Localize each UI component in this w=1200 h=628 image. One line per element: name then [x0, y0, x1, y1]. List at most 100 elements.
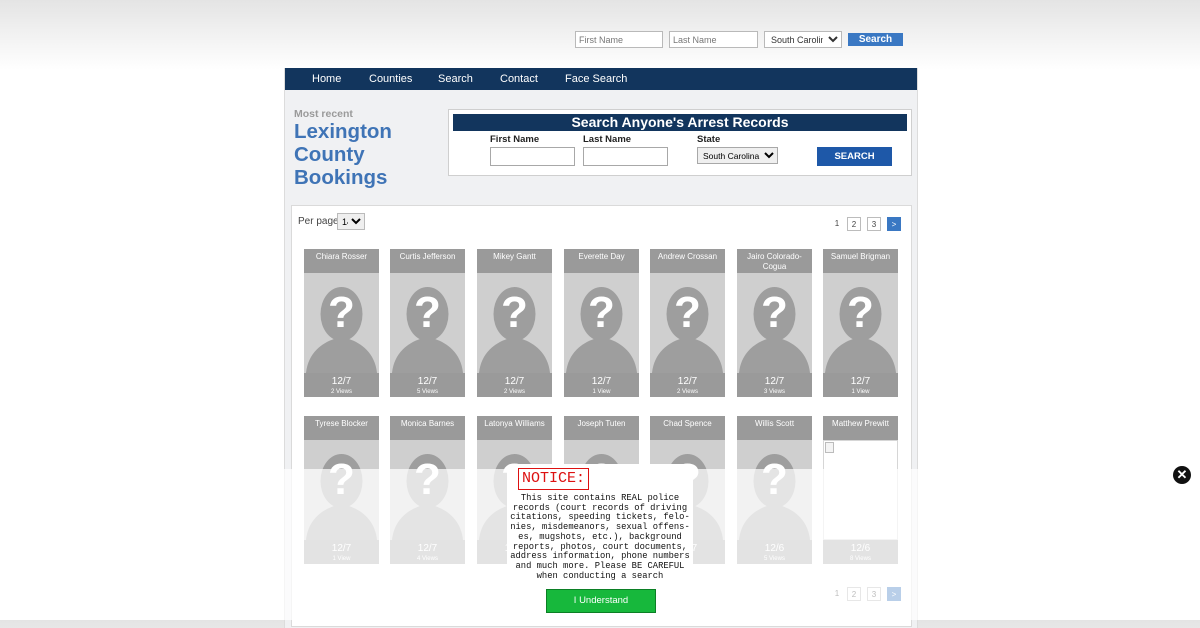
svg-text:?: ? [761, 288, 788, 337]
nav-home[interactable]: Home [312, 68, 341, 90]
top-state-select[interactable]: South Carolina [764, 31, 842, 48]
page-2[interactable]: 2 [847, 217, 861, 231]
booking-date: 12/7 [850, 376, 871, 387]
placeholder-silhouette-icon: ? [823, 273, 898, 373]
booking-views: 2 Views [677, 389, 698, 395]
booking-card[interactable]: Andrew Crossan? 12/7 2 Views [650, 249, 725, 397]
nav-counties[interactable]: Counties [369, 68, 412, 90]
booking-views: 5 Views [417, 389, 438, 395]
notice-title: NOTICE: [518, 468, 590, 490]
booking-views: 1 View [592, 389, 611, 395]
mugshot-photo[interactable]: ? [650, 273, 725, 373]
placeholder-silhouette-icon: ? [477, 273, 552, 373]
notice-dialog: NOTICE: This site contains REAL police r… [507, 464, 693, 624]
booking-name[interactable]: Jairo Colorado-Cogua [737, 249, 812, 273]
booking-footer: 12/7 2 Views [650, 373, 725, 397]
placeholder-silhouette-icon: ? [650, 273, 725, 373]
booking-footer: 12/7 1 View [564, 373, 639, 397]
booking-name[interactable]: Matthew Prewitt [823, 416, 898, 440]
svg-text:?: ? [414, 288, 441, 337]
booking-name[interactable]: Monica Barnes [390, 416, 465, 440]
booking-name[interactable]: Andrew Crossan [650, 249, 725, 273]
mugshot-photo[interactable]: ? [564, 273, 639, 373]
booking-name[interactable]: Chiara Rosser [304, 249, 379, 273]
nav-face-search[interactable]: Face Search [565, 68, 627, 90]
state-label: State [697, 134, 721, 145]
booking-date: 12/7 [764, 376, 785, 387]
arrest-search-box: Search Anyone's Arrest Records First Nam… [448, 109, 912, 176]
svg-text:?: ? [847, 288, 874, 337]
page-next[interactable]: > [887, 217, 901, 231]
first-name-label: First Name [490, 134, 540, 145]
booking-name[interactable]: Samuel Brigman [823, 249, 898, 273]
close-icon[interactable]: ✕ [1173, 466, 1191, 484]
booking-views: 3 Views [764, 389, 785, 395]
main-nav: Home Counties Search Contact Face Search [285, 68, 917, 90]
i-understand-button[interactable]: I Understand [546, 589, 656, 613]
booking-name[interactable]: Latonya Williams [477, 416, 552, 440]
booking-name[interactable]: Mikey Gantt [477, 249, 552, 273]
per-page-select[interactable]: 14 [337, 213, 365, 230]
first-name-input[interactable] [490, 147, 575, 166]
svg-text:?: ? [328, 288, 355, 337]
booking-name[interactable]: Everette Day [564, 249, 639, 273]
mugshot-photo[interactable]: ? [737, 273, 812, 373]
booking-card[interactable]: Chiara Rosser? 12/7 2 Views [304, 249, 379, 397]
booking-card[interactable]: Everette Day? 12/7 1 View [564, 249, 639, 397]
nav-search[interactable]: Search [438, 68, 473, 90]
booking-footer: 12/7 5 Views [390, 373, 465, 397]
last-name-input[interactable] [583, 147, 668, 166]
booking-card[interactable]: Mikey Gantt? 12/7 2 Views [477, 249, 552, 397]
top-last-name-input[interactable] [669, 31, 758, 48]
booking-views: 2 Views [504, 389, 525, 395]
svg-text:?: ? [501, 288, 528, 337]
booking-views: 1 View [851, 389, 870, 395]
booking-card[interactable]: Samuel Brigman? 12/7 1 View [823, 249, 898, 397]
page-next[interactable]: > [887, 587, 901, 601]
search-box-title: Search Anyone's Arrest Records [453, 114, 907, 131]
booking-views: 2 Views [331, 389, 352, 395]
booking-name[interactable]: Willis Scott [737, 416, 812, 440]
per-page-control: Per page 14 [298, 213, 365, 230]
last-name-label: Last Name [583, 134, 632, 145]
booking-date: 12/7 [504, 376, 525, 387]
svg-text:?: ? [674, 288, 701, 337]
booking-name[interactable]: Tyrese Blocker [304, 416, 379, 440]
booking-footer: 12/7 1 View [823, 373, 898, 397]
most-recent-label: Most recent [294, 108, 353, 120]
page-3[interactable]: 3 [867, 217, 881, 231]
per-page-label: Per page [298, 216, 339, 227]
booking-date: 12/7 [591, 376, 612, 387]
page-1[interactable]: 1 [830, 587, 844, 601]
mugshot-photo[interactable]: ? [477, 273, 552, 373]
placeholder-silhouette-icon: ? [390, 273, 465, 373]
search-button[interactable]: SEARCH [817, 147, 892, 166]
page-1[interactable]: 1 [830, 217, 844, 231]
booking-card[interactable]: Jairo Colorado-Cogua? 12/7 3 Views [737, 249, 812, 397]
page-2[interactable]: 2 [847, 587, 861, 601]
page-3[interactable]: 3 [867, 587, 881, 601]
booking-name[interactable]: Joseph Tuten [564, 416, 639, 440]
mugshot-photo[interactable]: ? [304, 273, 379, 373]
booking-date: 12/7 [331, 376, 352, 387]
booking-name[interactable]: Curtis Jefferson [390, 249, 465, 273]
placeholder-silhouette-icon: ? [737, 273, 812, 373]
top-first-name-input[interactable] [575, 31, 663, 48]
placeholder-silhouette-icon: ? [304, 273, 379, 373]
booking-footer: 12/7 2 Views [477, 373, 552, 397]
placeholder-silhouette-icon: ? [564, 273, 639, 373]
booking-date: 12/7 [417, 376, 438, 387]
page-title: Lexington County Bookings [294, 120, 392, 189]
top-search-button[interactable]: Search [848, 33, 903, 46]
nav-contact[interactable]: Contact [500, 68, 538, 90]
svg-text:?: ? [588, 288, 615, 337]
broken-image-icon [825, 442, 834, 453]
booking-footer: 12/7 3 Views [737, 373, 812, 397]
booking-date: 12/7 [677, 376, 698, 387]
booking-footer: 12/7 2 Views [304, 373, 379, 397]
state-select[interactable]: South Carolina [697, 147, 778, 164]
booking-name[interactable]: Chad Spence [650, 416, 725, 440]
booking-card[interactable]: Curtis Jefferson? 12/7 5 Views [390, 249, 465, 397]
mugshot-photo[interactable]: ? [823, 273, 898, 373]
mugshot-photo[interactable]: ? [390, 273, 465, 373]
